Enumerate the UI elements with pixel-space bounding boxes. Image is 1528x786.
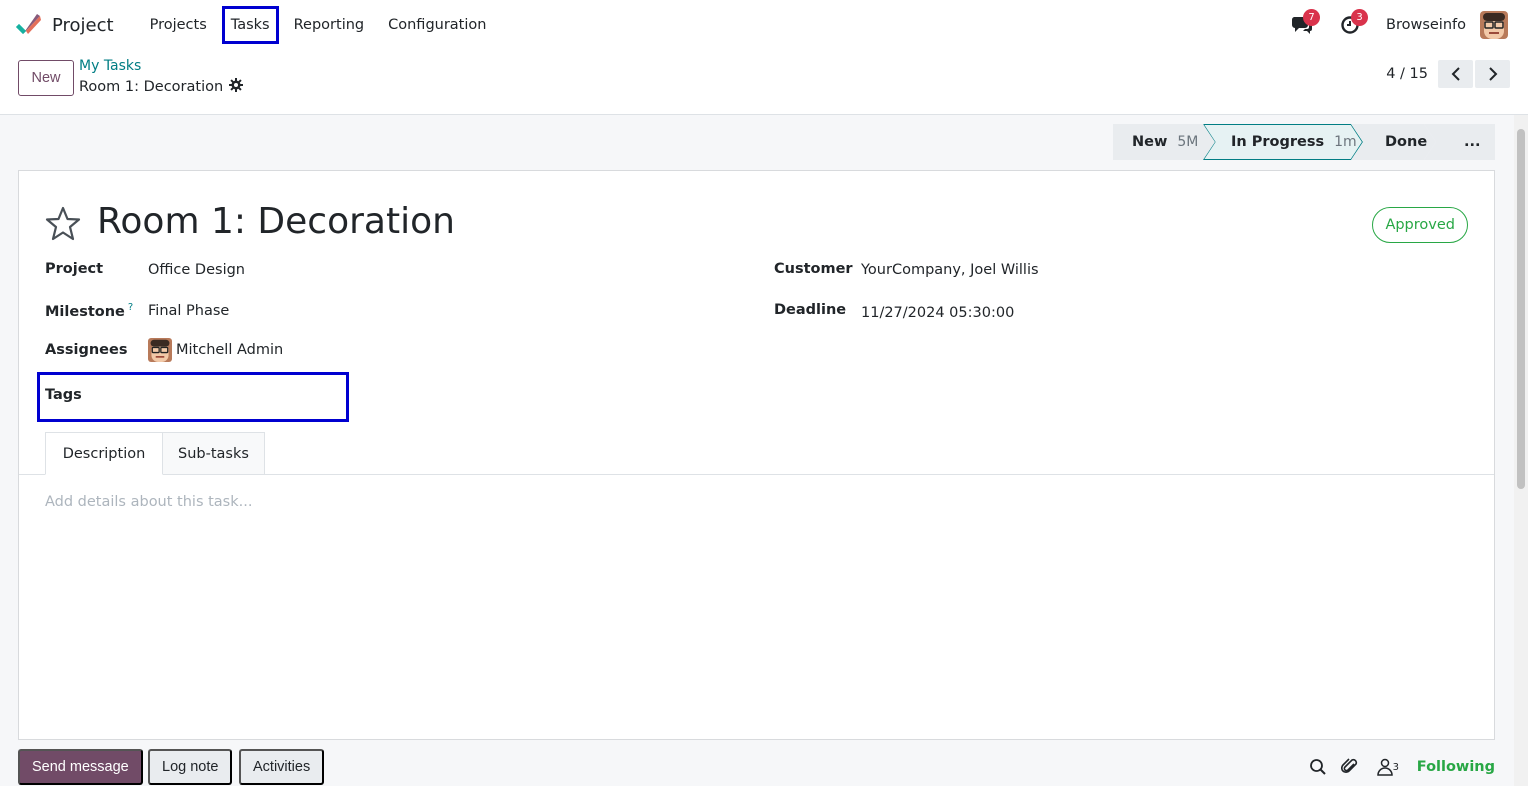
assignee-avatar <box>148 338 172 362</box>
messages-button[interactable]: 7 <box>1284 7 1320 43</box>
milestone-label: Milestone? <box>45 302 133 320</box>
pager-next-button[interactable] <box>1475 60 1510 88</box>
stage-done-label: Done <box>1385 134 1428 150</box>
stage-new-label: New <box>1132 134 1168 150</box>
app-title: Project <box>52 14 114 36</box>
user-avatar[interactable] <box>1480 11 1508 39</box>
messages-badge: 7 <box>1303 9 1320 26</box>
description-editor[interactable]: Add details about this task... <box>45 494 252 510</box>
pager-value[interactable]: 4 / 15 <box>1386 66 1428 82</box>
breadcrumb-my-tasks[interactable]: My Tasks <box>79 58 141 74</box>
milestone-label-text: Milestone <box>45 303 125 320</box>
systray: 7 3 Browseinfo <box>1272 0 1508 50</box>
stage-statusbar: New 5M In Progress 1m Done ... <box>1113 124 1495 160</box>
notebook-tabs: Description Sub-tasks <box>19 432 1494 475</box>
paperclip-icon[interactable] <box>1339 756 1361 778</box>
control-panel: New My Tasks Room 1: Decoration 4 / 15 <box>0 50 1528 115</box>
assignees-field[interactable]: Mitchell Admin <box>148 338 283 362</box>
stage-in-progress-label: In Progress <box>1231 134 1325 150</box>
app-brand[interactable]: Project <box>16 14 138 36</box>
chatter-topbar-right: 3 Following <box>1297 749 1495 785</box>
tags-label: Tags <box>45 387 82 403</box>
pager-previous-button[interactable] <box>1438 60 1473 88</box>
activities-badge: 3 <box>1351 9 1368 26</box>
assignees-label: Assignees <box>45 342 128 358</box>
user-icon <box>1376 758 1393 776</box>
gear-icon[interactable] <box>229 78 244 96</box>
task-title[interactable]: Room 1: Decoration <box>97 201 455 242</box>
followers-button[interactable]: 3 <box>1371 756 1405 778</box>
project-label: Project <box>45 261 104 277</box>
menu-tasks[interactable]: Tasks <box>221 6 279 44</box>
tab-description[interactable]: Description <box>45 432 163 475</box>
milestone-help-icon[interactable]: ? <box>128 302 133 313</box>
send-message-button[interactable]: Send message <box>18 749 143 785</box>
page-scrollbar[interactable] <box>1514 115 1528 786</box>
tags-highlight-box <box>37 372 349 422</box>
activities-button[interactable]: 3 <box>1332 7 1368 43</box>
breadcrumb-current: Room 1: Decoration <box>79 78 244 96</box>
status-badge[interactable]: Approved <box>1372 207 1468 243</box>
following-button[interactable]: Following <box>1417 759 1495 775</box>
followers-count: 3 <box>1392 761 1399 773</box>
top-navbar: Project Projects Tasks Reporting Configu… <box>0 0 1528 50</box>
project-field[interactable]: Office Design <box>148 262 245 278</box>
menu-reporting[interactable]: Reporting <box>282 6 377 44</box>
star-icon[interactable] <box>43 204 83 244</box>
deadline-field[interactable]: 11/27/2024 05:30:00 <box>861 305 1014 321</box>
scrollbar-thumb[interactable] <box>1517 129 1525 489</box>
company-switcher[interactable]: Browseinfo <box>1386 17 1466 33</box>
activities-button-chatter[interactable]: Activities <box>239 749 325 785</box>
stage-more-label: ... <box>1464 134 1481 150</box>
customer-field[interactable]: YourCompany, Joel Willis <box>861 262 1039 278</box>
pager: 4 / 15 <box>1386 60 1510 88</box>
stage-new[interactable]: New 5M <box>1113 124 1215 160</box>
deadline-label: Deadline <box>774 302 847 318</box>
breadcrumb-current-label: Room 1: Decoration <box>79 79 224 95</box>
stage-new-time: 5M <box>1177 134 1199 150</box>
menu-projects[interactable]: Projects <box>138 6 219 44</box>
tab-sub-tasks[interactable]: Sub-tasks <box>163 432 265 475</box>
menu-configuration[interactable]: Configuration <box>376 6 498 44</box>
chevron-left-icon <box>1451 67 1460 81</box>
log-note-button[interactable]: Log note <box>148 749 233 785</box>
assignee-name: Mitchell Admin <box>176 342 284 358</box>
customer-label: Customer <box>774 261 853 277</box>
stage-in-progress-time: 1m <box>1334 134 1357 150</box>
search-icon[interactable] <box>1307 756 1329 778</box>
chevron-right-icon <box>1488 67 1497 81</box>
stage-in-progress[interactable]: In Progress 1m <box>1203 124 1363 160</box>
project-app-icon <box>16 14 42 36</box>
new-record-button[interactable]: New <box>18 60 74 96</box>
task-form-sheet: Room 1: Decoration Approved Project Offi… <box>18 170 1495 740</box>
stage-done[interactable]: Done <box>1351 124 1436 160</box>
milestone-field[interactable]: Final Phase <box>148 303 229 319</box>
